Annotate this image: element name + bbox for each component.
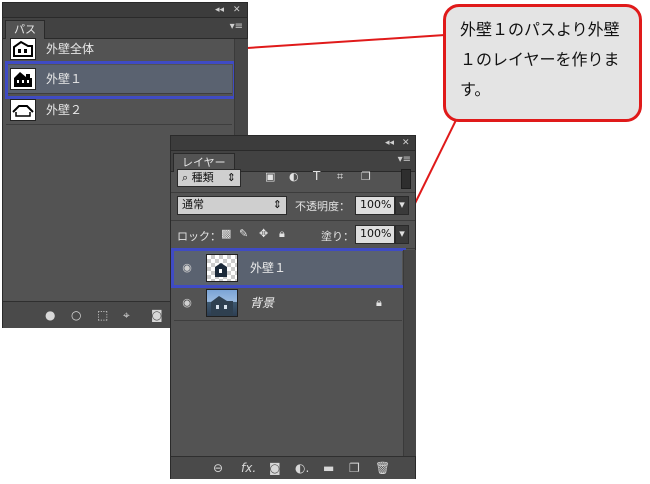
filter-type-icon[interactable]: T — [313, 169, 320, 183]
close-icon[interactable]: ✕ — [233, 3, 241, 17]
blend-mode-value: 通常 — [182, 198, 204, 211]
layer-row-background[interactable]: ◉ 背景 🔒︎ — [174, 286, 402, 321]
load-as-selection-icon[interactable]: ⬚ — [97, 308, 108, 322]
filter-shape-icon[interactable]: ⌗ — [337, 170, 343, 184]
blend-mode-select[interactable]: 通常 ⇕ — [177, 196, 287, 215]
stroke-path-icon[interactable]: ○ — [71, 308, 81, 322]
callout-text: 外壁１のパスより外壁１のレイヤーを作ります。 — [460, 20, 620, 99]
filter-smart-object-icon[interactable]: ❐ — [361, 170, 371, 183]
divider — [171, 192, 415, 193]
layers-panel: ◂◂ ✕ レイヤー ▾≡ ⌕ 種類 ⇕ ▣ ◐ T ⌗ ❐ 通常 ⇕ 不透明度：… — [170, 135, 416, 479]
opacity-label: 不透明度： — [295, 200, 350, 213]
callout-bubble: 外壁１のパスより外壁１のレイヤーを作ります。 — [443, 4, 642, 122]
layer-thumbnail-photo — [206, 289, 238, 317]
divider — [171, 220, 415, 221]
layer-name[interactable]: 背景 — [250, 286, 274, 320]
chevron-updown-icon: ⇕ — [226, 171, 236, 184]
path-item-wall-all[interactable]: 外壁全体 — [6, 35, 232, 64]
panel-menu-icon[interactable]: ▾≡ — [230, 21, 243, 32]
fill-path-icon[interactable]: ● — [45, 308, 55, 322]
path-item-label: 外壁２ — [46, 103, 83, 117]
opacity-input[interactable]: 100% — [355, 196, 395, 215]
search-icon: ⌕ — [182, 171, 189, 184]
path-item-label: 外壁全体 — [46, 42, 95, 56]
filter-pixel-icon[interactable]: ▣ — [265, 170, 275, 183]
roof-outline-icon — [12, 105, 34, 117]
make-work-path-icon[interactable]: ⌖ — [123, 308, 130, 322]
layer-filter-kind-select[interactable]: ⌕ 種類 ⇕ — [177, 169, 241, 187]
layers-panel-titlebar: ◂◂ ✕ — [171, 136, 415, 151]
collapse-icon[interactable]: ◂◂ — [215, 3, 224, 17]
close-icon[interactable]: ✕ — [402, 136, 410, 150]
opacity-dropdown-button[interactable]: ▾ — [395, 196, 409, 215]
collapse-icon[interactable]: ◂◂ — [385, 136, 394, 150]
adjustment-layer-icon[interactable]: ◐. — [295, 461, 309, 475]
building-photo-icon — [211, 296, 233, 316]
add-mask-icon[interactable]: ◙ — [151, 308, 163, 322]
add-mask-icon[interactable]: ◙ — [269, 461, 281, 475]
filter-kind-label: 種類 — [191, 171, 214, 184]
lock-label: ロック： — [177, 230, 221, 243]
path-thumbnail — [10, 99, 36, 121]
eye-icon[interactable]: ◉ — [180, 296, 194, 310]
filter-adjustment-icon[interactable]: ◐ — [289, 170, 299, 183]
fx-icon[interactable]: fx. — [241, 461, 256, 475]
group-folder-icon[interactable]: ▬ — [323, 461, 334, 475]
fill-label: 塗り： — [321, 230, 354, 243]
selection-highlight-box — [171, 248, 406, 288]
lock-transparent-icon[interactable]: ▩ — [221, 227, 231, 240]
house-outline-icon — [13, 40, 33, 57]
paths-panel-titlebar: ◂◂ ✕ — [3, 3, 247, 18]
lock-all-icon[interactable]: 🔒︎ — [279, 227, 285, 241]
path-thumbnail — [10, 38, 36, 60]
lock-icon: 🔒︎ — [376, 296, 382, 309]
new-layer-icon[interactable]: ❐ — [349, 461, 360, 475]
layers-footer: ⊖ fx. ◙ ◐. ▬ ❐ 🗑 — [171, 456, 415, 479]
fill-input[interactable]: 100% — [355, 225, 395, 244]
lock-move-icon[interactable]: ✥ — [259, 227, 268, 240]
lock-brush-icon[interactable]: ✎ — [239, 227, 248, 240]
filter-toggle-switch[interactable] — [401, 169, 411, 189]
layers-scrollbar[interactable] — [403, 250, 416, 456]
selection-highlight-box — [5, 61, 236, 99]
panel-menu-icon[interactable]: ▾≡ — [398, 154, 411, 165]
link-layers-icon[interactable]: ⊖ — [213, 461, 223, 475]
fill-dropdown-button[interactable]: ▾ — [395, 225, 409, 244]
chevron-updown-icon: ⇕ — [272, 198, 282, 211]
path-item-wall-2[interactable]: 外壁２ — [6, 96, 232, 125]
trash-icon[interactable]: 🗑 — [375, 461, 390, 475]
